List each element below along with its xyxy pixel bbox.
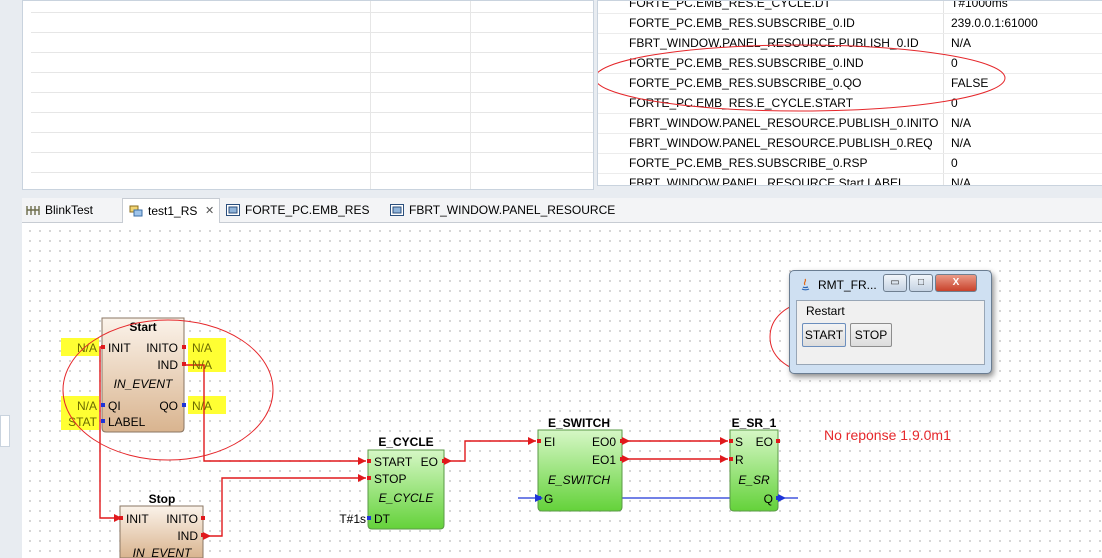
connection-ecycle-eo-to-eswitch-ei[interactable] (444, 440, 536, 462)
event-port-marker (367, 459, 371, 463)
dt-constant: T#1s (339, 512, 366, 526)
port-eo1: EO1 (592, 453, 616, 467)
watch-value-label: STAT (68, 415, 98, 429)
port-init: INIT (108, 341, 131, 355)
arrow-head (720, 455, 728, 463)
arrow-head (358, 474, 366, 482)
arrow-head (444, 457, 452, 465)
dialog-title: RMT_FR... (818, 278, 877, 292)
stop-button[interactable]: STOP (850, 323, 892, 347)
connection-stop-ind-to-ecycle-stop[interactable] (203, 477, 366, 537)
port-qi: QI (108, 399, 121, 413)
rmt-frame-dialog[interactable]: RMT_FR... ▭ □ X Restart START STOP (789, 270, 992, 374)
function-block-stop[interactable]: Stop INIT INITO IND IN_EVENT (119, 492, 205, 558)
port-stop: STOP (374, 472, 406, 486)
close-button[interactable]: X (935, 274, 977, 292)
port-ind: IND (177, 529, 198, 543)
arrow-head (622, 455, 630, 463)
data-port-marker (101, 419, 105, 423)
port-inito: INITO (146, 341, 178, 355)
event-port-marker (101, 345, 105, 349)
port-ind: IND (157, 358, 178, 372)
function-block-e-sr[interactable]: E_SR_1 S EO R E_SR Q (729, 416, 780, 512)
event-port-marker (367, 476, 371, 480)
port-eo: EO (421, 455, 438, 469)
event-port-marker (182, 362, 186, 366)
block-name: E_CYCLE (378, 435, 433, 449)
port-qo: QO (159, 399, 178, 413)
arrow-head (778, 494, 786, 502)
block-name: E_SR_1 (732, 416, 777, 430)
arrow-head (720, 437, 728, 445)
data-port-marker (101, 403, 105, 407)
data-port-marker (367, 516, 371, 520)
maximize-button[interactable]: □ (909, 274, 933, 292)
event-port-marker (776, 439, 780, 443)
block-type: IN_EVENT (114, 377, 174, 391)
minimize-button[interactable]: ▭ (883, 274, 907, 292)
block-type: E_SR (738, 473, 770, 487)
port-ei: EI (544, 435, 555, 449)
watch-value-inito: N/A (192, 341, 212, 355)
port-g: G (544, 492, 553, 506)
event-port-marker (729, 457, 733, 461)
port-r: R (735, 453, 744, 467)
dialog-body: Restart START STOP (796, 300, 985, 365)
watch-value-qo: N/A (192, 399, 212, 413)
arrow-head (528, 437, 536, 445)
annotation-note: No reponse 1.9.0m1 (824, 427, 951, 443)
port-eo: EO (756, 435, 773, 449)
port-init: INIT (126, 512, 149, 526)
function-block-start[interactable]: Start INIT INITO IND IN_EVENT QI QO LABE… (101, 317, 186, 433)
event-port-marker (537, 439, 541, 443)
restart-label: Restart (806, 304, 845, 318)
function-block-e-switch[interactable]: E_SWITCH EI EO0 EO1 E_SWITCH G (537, 416, 624, 512)
port-start: START (374, 455, 413, 469)
function-block-e-cycle[interactable]: E_CYCLE START EO STOP E_CYCLE DT T#1s (339, 435, 446, 530)
event-port-marker (201, 516, 205, 520)
port-eo0: EO0 (592, 435, 616, 449)
block-type: IN_EVENT (133, 546, 193, 558)
watch-value-qi: N/A (77, 399, 97, 413)
start-button[interactable]: START (802, 323, 846, 347)
java-icon (801, 278, 810, 291)
arrow-head (203, 532, 211, 540)
watch-value-ind: N/A (192, 358, 212, 372)
block-type: E_SWITCH (548, 473, 610, 487)
port-dt: DT (374, 512, 391, 526)
data-port-marker (182, 403, 186, 407)
arrow-head (622, 437, 630, 445)
port-label: LABEL (108, 415, 146, 429)
watch-value-init: N/A (77, 341, 97, 355)
port-s: S (735, 435, 743, 449)
event-port-marker (182, 345, 186, 349)
arrow-head (358, 457, 366, 465)
port-q: Q (764, 492, 773, 506)
block-name: E_SWITCH (548, 416, 610, 430)
block-type: E_CYCLE (379, 491, 435, 505)
port-inito: INITO (166, 512, 198, 526)
block-name: Stop (149, 492, 176, 506)
event-port-marker (729, 439, 733, 443)
